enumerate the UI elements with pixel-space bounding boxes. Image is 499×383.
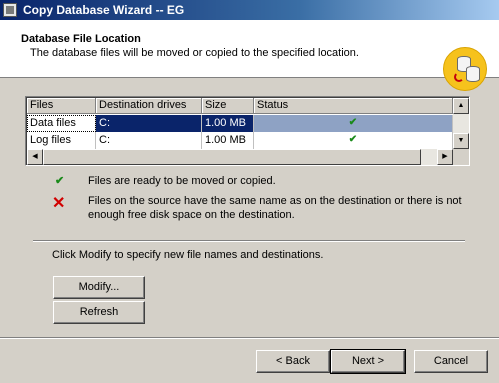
database-icon: [466, 66, 480, 82]
cell-size: 1.00 MB: [202, 132, 254, 149]
modify-hint: Click Modify to specify new file names a…: [52, 249, 324, 261]
footer-divider: [0, 337, 499, 339]
database-copy-icon: [443, 47, 487, 91]
window-title: Copy Database Wizard -- EG: [23, 3, 185, 17]
file-list[interactable]: Files Destination drives Size Status Dat…: [25, 96, 470, 166]
copy-arrow-icon: [454, 72, 464, 82]
column-header-destination-drives[interactable]: Destination drives: [96, 98, 202, 114]
cell-status: ✔: [254, 115, 453, 132]
cell-files: Log files: [27, 132, 96, 149]
cancel-button[interactable]: Cancel: [414, 350, 488, 373]
title-bar: Copy Database Wizard -- EG: [0, 0, 499, 20]
legend-ready-text: Files are ready to be moved or copied.: [88, 175, 276, 187]
error-cross-icon: ✕: [52, 195, 66, 212]
app-icon: [3, 3, 17, 17]
back-button[interactable]: < Back: [256, 350, 330, 373]
list-row-log-files[interactable]: Log files C: 1.00 MB ✔: [27, 132, 453, 149]
scroll-down-icon[interactable]: ▼: [453, 133, 469, 149]
refresh-button[interactable]: Refresh: [53, 301, 145, 324]
list-row-data-files[interactable]: Data files C: 1.00 MB ✔: [27, 115, 453, 132]
list-header: Files Destination drives Size Status: [27, 98, 453, 114]
cell-drive: C:: [96, 115, 202, 132]
next-button[interactable]: Next >: [330, 349, 406, 374]
page-title: Database File Location: [21, 33, 141, 45]
scroll-up-icon[interactable]: ▲: [453, 98, 469, 114]
page-subtitle: The database files will be moved or copi…: [30, 47, 359, 59]
cell-status: ✔: [254, 132, 453, 149]
check-icon: ✔: [348, 134, 358, 145]
scroll-right-icon[interactable]: ▶: [437, 149, 453, 165]
divider: [33, 240, 465, 242]
check-icon: ✔: [55, 175, 65, 187]
check-icon: ✔: [348, 117, 358, 128]
cell-size: 1.00 MB: [202, 115, 254, 132]
column-header-status[interactable]: Status: [254, 98, 453, 114]
legend-error-text: Files on the source have the same name a…: [88, 195, 462, 221]
modify-button[interactable]: Modify...: [53, 276, 145, 299]
column-header-size[interactable]: Size: [202, 98, 254, 114]
scroll-left-icon[interactable]: ◀: [27, 149, 43, 165]
scrollbar-corner: [453, 149, 469, 165]
column-header-files[interactable]: Files: [27, 98, 96, 114]
horizontal-scrollbar[interactable]: ◀ ▶: [27, 149, 453, 165]
cell-files: Data files: [27, 115, 96, 132]
vertical-scrollbar[interactable]: ▲ ▼: [453, 98, 469, 149]
scroll-thumb[interactable]: [43, 149, 421, 165]
cell-drive: C:: [96, 132, 202, 149]
wizard-header: Database File Location The database file…: [0, 20, 499, 91]
